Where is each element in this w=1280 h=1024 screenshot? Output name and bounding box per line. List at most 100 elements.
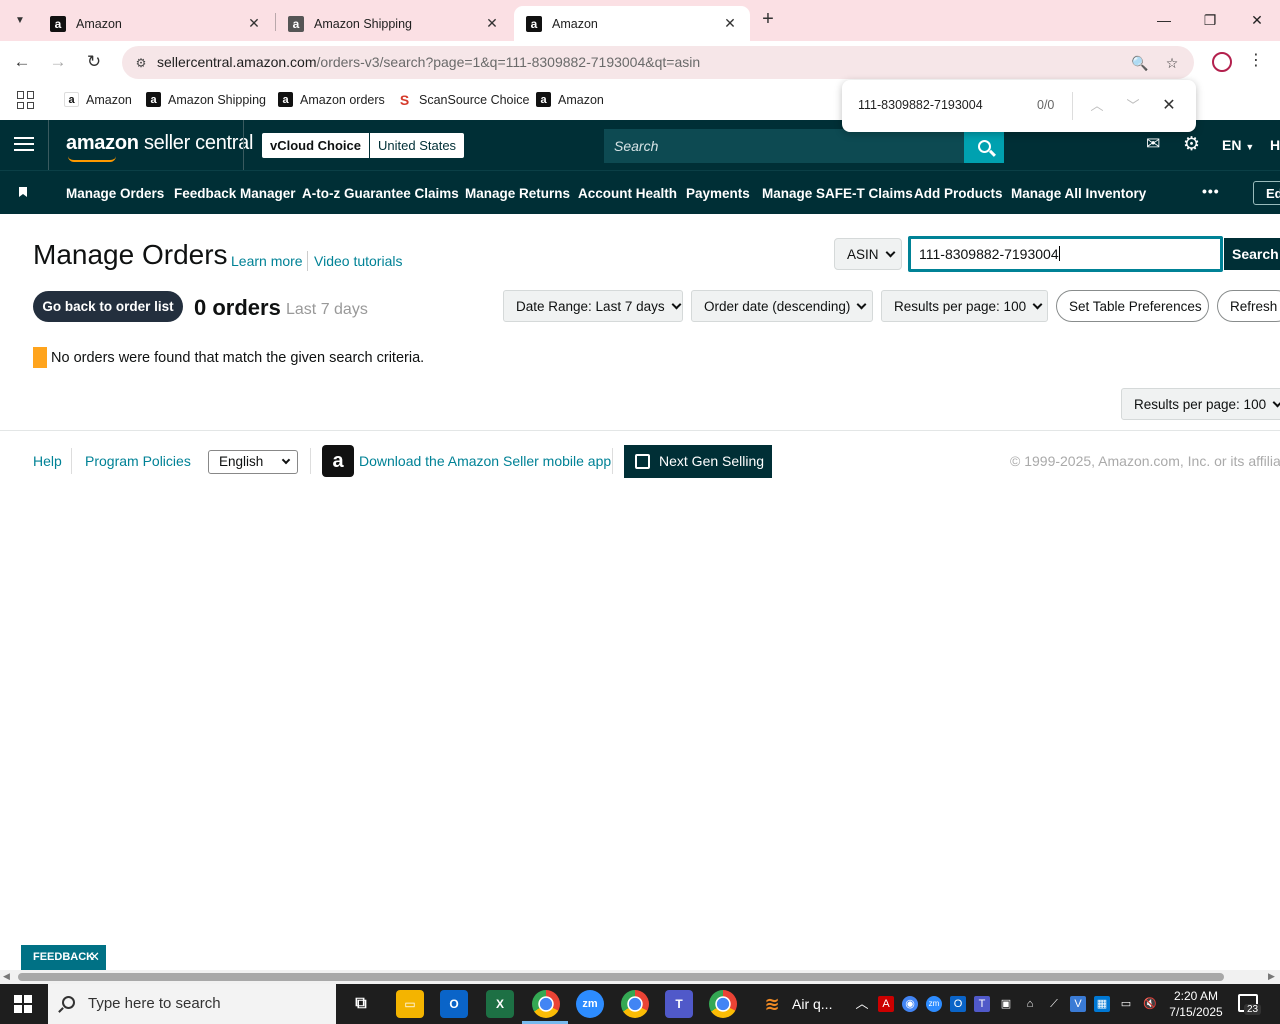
chrome-profile-icon[interactable] bbox=[709, 990, 737, 1018]
bookmark-item[interactable]: a Amazon bbox=[64, 92, 132, 107]
go-back-to-order-list-button[interactable]: Go back to order list bbox=[33, 291, 183, 322]
new-tab-plus-icon[interactable]: + bbox=[758, 8, 778, 32]
zoom-icon[interactable]: zm bbox=[576, 990, 604, 1018]
tab-close-icon[interactable]: ✕ bbox=[722, 15, 738, 32]
task-view-icon[interactable]: ⧉ bbox=[347, 990, 375, 1018]
windows-start-icon[interactable] bbox=[14, 995, 32, 1013]
restore-icon[interactable]: ❐ bbox=[1198, 8, 1222, 32]
profile-avatar-icon[interactable] bbox=[1212, 52, 1232, 72]
taskbar-clock[interactable]: 2:20 AM 7/15/2025 bbox=[1166, 988, 1226, 1020]
network-tray-icon[interactable]: ▭ bbox=[1118, 996, 1134, 1012]
set-table-preferences-button[interactable]: Set Table Preferences bbox=[1056, 290, 1209, 322]
bookmark-item[interactable]: S ScanSource Choice bbox=[397, 92, 530, 108]
chrome-icon[interactable] bbox=[532, 990, 560, 1018]
bookmark-item[interactable]: a Amazon bbox=[536, 92, 604, 107]
nav-feedback-manager[interactable]: Feedback Manager bbox=[174, 186, 296, 201]
results-per-page-dropdown[interactable]: Results per page: 100 bbox=[881, 290, 1048, 322]
chrome-profile-icon[interactable] bbox=[621, 990, 649, 1018]
find-in-page-icon[interactable]: 🔍 bbox=[1129, 52, 1151, 74]
browser-tab[interactable]: a Amazon ✕ bbox=[38, 6, 274, 41]
order-search-input[interactable]: 111-8309882-7193004 bbox=[908, 236, 1223, 272]
bookmark-item[interactable]: a Amazon Shipping bbox=[146, 92, 266, 107]
find-query[interactable]: 111-8309882-7193004 bbox=[858, 98, 983, 112]
nav-manage-orders[interactable]: Manage Orders bbox=[66, 186, 164, 201]
video-tutorials-link[interactable]: Video tutorials bbox=[314, 253, 402, 269]
volume-muted-icon[interactable]: 🔇 bbox=[1142, 996, 1158, 1012]
mail-icon[interactable]: ✉ bbox=[1146, 134, 1160, 154]
nav-safe-t-claims[interactable]: Manage SAFE-T Claims bbox=[762, 186, 913, 201]
reload-icon[interactable]: ↻ bbox=[82, 51, 106, 75]
display-tray-icon[interactable]: ▣ bbox=[998, 996, 1014, 1012]
global-search-button[interactable] bbox=[964, 129, 1004, 163]
next-gen-selling-button[interactable]: Next Gen Selling bbox=[624, 445, 772, 478]
nav-more-icon[interactable]: ••• bbox=[1202, 183, 1220, 199]
outlook-icon[interactable]: O bbox=[440, 990, 468, 1018]
nav-payments[interactable]: Payments bbox=[686, 186, 750, 201]
vpn-tray-icon[interactable]: V bbox=[1070, 996, 1086, 1012]
sort-dropdown[interactable]: Order date (descending) bbox=[691, 290, 873, 322]
amazon-seller-app-icon[interactable]: a bbox=[322, 445, 354, 477]
settings-gear-icon[interactable]: ⚙ bbox=[1183, 133, 1200, 156]
zoom-tray-icon[interactable]: zm bbox=[926, 996, 942, 1012]
tab-close-icon[interactable]: ✕ bbox=[246, 15, 262, 32]
footer-language-select[interactable]: English bbox=[208, 450, 298, 474]
feedback-close-icon[interactable]: ✕ bbox=[89, 949, 100, 965]
scrollbar-thumb[interactable] bbox=[18, 973, 1224, 981]
bookmark-icon[interactable] bbox=[19, 187, 27, 197]
search-type-select[interactable]: ASIN bbox=[834, 238, 902, 270]
teams-icon[interactable]: T bbox=[665, 990, 693, 1018]
chrome-menu-icon[interactable]: ⋮ bbox=[1248, 50, 1264, 70]
network-off-tray-icon[interactable]: ⟋ bbox=[1046, 996, 1062, 1012]
bookmark-star-icon[interactable]: ☆ bbox=[1161, 52, 1183, 74]
find-next-icon[interactable]: ﹀ bbox=[1121, 94, 1145, 118]
acrobat-tray-icon[interactable]: A bbox=[878, 996, 894, 1012]
download-app-link[interactable]: Download the Amazon Seller mobile app bbox=[359, 453, 611, 469]
back-arrow-icon[interactable]: ← bbox=[10, 51, 34, 75]
global-search-field[interactable]: Search bbox=[604, 129, 1004, 163]
tab-close-icon[interactable]: ✕ bbox=[484, 15, 500, 32]
address-bar[interactable]: ⚙ sellercentral.amazon.com/orders-v3/sea… bbox=[122, 46, 1194, 79]
apps-grid-icon[interactable] bbox=[17, 91, 35, 109]
nav-a-to-z-claims[interactable]: A-to-z Guarantee Claims bbox=[302, 186, 459, 201]
nav-add-products[interactable]: Add Products bbox=[914, 186, 1003, 201]
feedback-tab[interactable]: FEEDBACK ✕ bbox=[21, 945, 106, 970]
language-selector[interactable]: EN ▼ bbox=[1222, 137, 1254, 153]
taskbar-search[interactable]: Type here to search bbox=[48, 984, 336, 1024]
help-link[interactable]: Help bbox=[33, 453, 62, 469]
tray-expand-icon[interactable]: ︿ bbox=[854, 996, 870, 1012]
nav-account-health[interactable]: Account Health bbox=[578, 186, 677, 201]
scroll-right-icon[interactable]: ▶ bbox=[1268, 971, 1275, 982]
browser-tab-active[interactable]: a Amazon ✕ bbox=[514, 6, 750, 41]
account-switcher[interactable]: vCloud Choice United States bbox=[262, 133, 465, 158]
tab-search-chevron-icon[interactable]: ▼ bbox=[8, 8, 32, 32]
weather-icon[interactable]: ≋ bbox=[758, 990, 786, 1018]
date-range-dropdown[interactable]: Date Range: Last 7 days bbox=[503, 290, 683, 322]
horizontal-scrollbar[interactable]: ◀ ▶ bbox=[0, 970, 1280, 984]
nav-manage-inventory[interactable]: Manage All Inventory bbox=[1011, 186, 1146, 201]
minimize-icon[interactable]: — bbox=[1152, 8, 1176, 32]
learn-more-link[interactable]: Learn more bbox=[231, 253, 303, 269]
chrome-tray-icon[interactable]: ◉ bbox=[902, 996, 918, 1012]
nav-manage-returns[interactable]: Manage Returns bbox=[465, 186, 570, 201]
app-tray-icon[interactable]: ▦ bbox=[1094, 996, 1110, 1012]
help-menu-truncated[interactable]: H bbox=[1270, 137, 1280, 153]
forward-arrow-icon[interactable]: → bbox=[46, 51, 70, 75]
hamburger-menu-icon[interactable] bbox=[14, 137, 34, 153]
nav-edit-button[interactable]: Ed bbox=[1253, 181, 1280, 205]
results-per-page-dropdown-bottom[interactable]: Results per page: 100 bbox=[1121, 388, 1280, 420]
excel-icon[interactable]: X bbox=[486, 990, 514, 1018]
browser-tab[interactable]: a Amazon Shipping ✕ bbox=[276, 6, 512, 41]
security-tray-icon[interactable]: ⌂ bbox=[1022, 996, 1038, 1012]
outlook-tray-icon[interactable]: O bbox=[950, 996, 966, 1012]
scroll-left-icon[interactable]: ◀ bbox=[3, 971, 10, 982]
seller-central-logo[interactable]: amazon seller central bbox=[66, 132, 253, 162]
find-previous-icon[interactable]: ︿ bbox=[1085, 94, 1109, 118]
weather-text[interactable]: Air q... bbox=[792, 996, 832, 1012]
site-info-icon[interactable]: ⚙ bbox=[132, 54, 150, 72]
refresh-button[interactable]: Refresh bbox=[1217, 290, 1280, 322]
file-explorer-icon[interactable]: ▭ bbox=[396, 990, 424, 1018]
find-close-icon[interactable]: ✕ bbox=[1157, 94, 1181, 118]
teams-tray-icon[interactable]: T bbox=[974, 996, 990, 1012]
window-close-icon[interactable]: ✕ bbox=[1245, 8, 1269, 32]
url-text[interactable]: sellercentral.amazon.com/orders-v3/searc… bbox=[157, 54, 700, 70]
